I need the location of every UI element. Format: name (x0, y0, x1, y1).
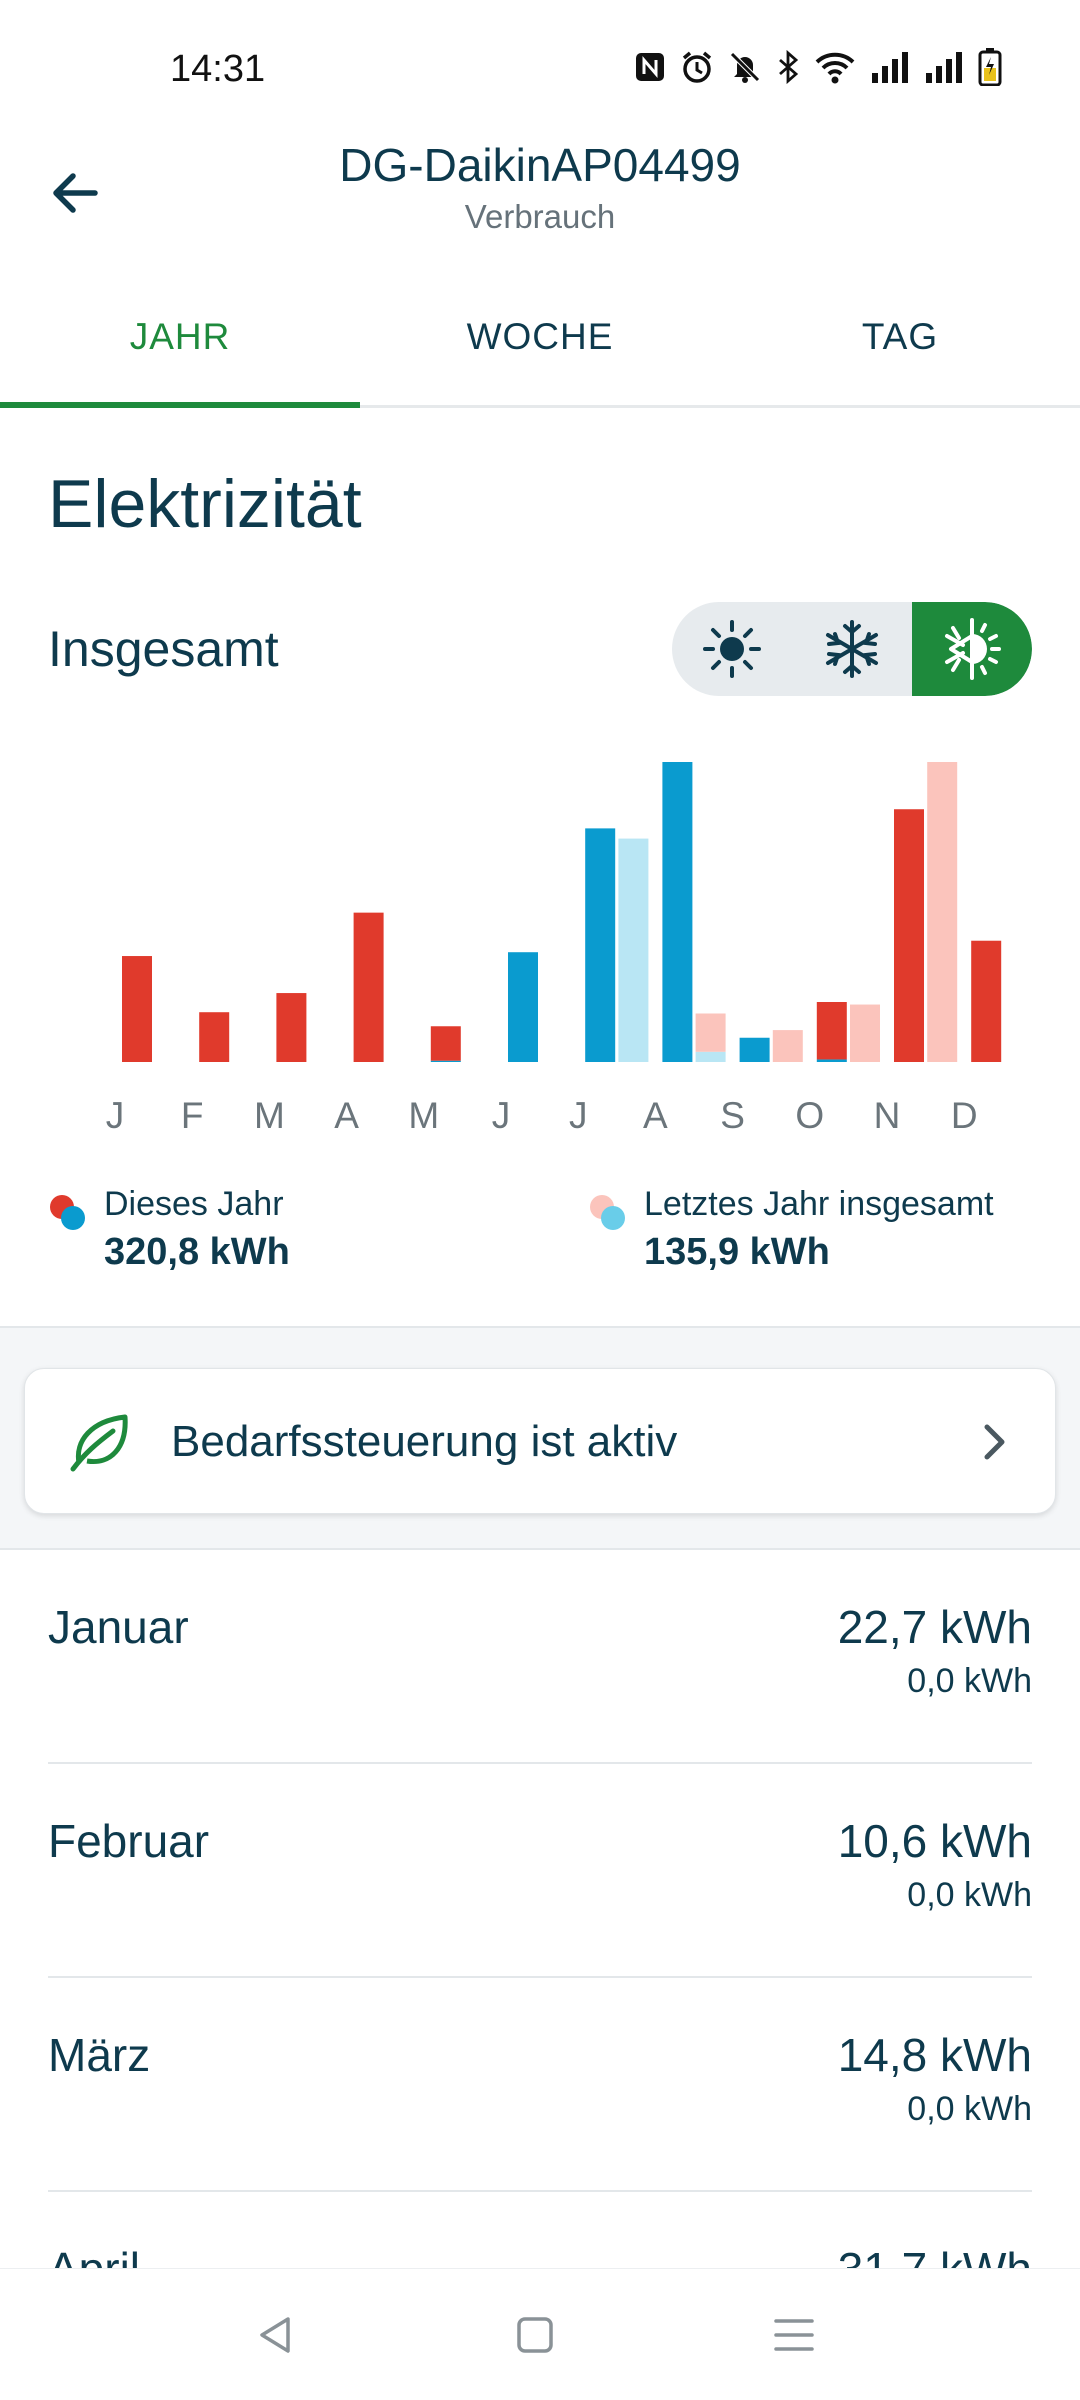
month-name: Januar (48, 1601, 189, 1653)
nfc-icon (634, 51, 666, 88)
month-last-year-value: 0,0 kWh (907, 1662, 1032, 1700)
tab-tag[interactable]: TAG (720, 270, 1080, 405)
this-year-heating-bar (353, 912, 384, 1062)
tab-jahr[interactable]: JAHR (0, 270, 360, 408)
month-name: März (48, 2029, 151, 2081)
nav-menu-button[interactable] (764, 2309, 824, 2361)
legend-last-year-label: Letztes Jahr insgesamt (644, 1185, 994, 1223)
nav-home-button[interactable] (505, 2309, 565, 2361)
demand-control-card[interactable]: Bedarfssteuerung ist aktiv (24, 1368, 1056, 1514)
month-this-year-value: 31,7 kWh (837, 2243, 1032, 2270)
month-name: Februar (48, 1815, 210, 1867)
last-year-heating-bar (927, 762, 958, 1062)
month-last-year-value: 0,0 kWh (907, 1876, 1032, 1914)
heating-mode-button[interactable] (672, 602, 792, 696)
last-year-heating-bar (850, 1004, 880, 1062)
legend-this-year-label: Dieses Jahr (104, 1185, 284, 1223)
this-year-cooling-bar (739, 1037, 770, 1062)
this-year-cooling-bar (816, 1059, 847, 1062)
bluetooth-icon (776, 49, 800, 89)
battery-icon (978, 48, 1002, 91)
legend-last-year-value: 135,9 kWh (644, 1231, 830, 1273)
demand-control-label: Bedarfssteuerung ist aktiv (171, 1417, 678, 1466)
legend-this-year-value: 320,8 kWh (104, 1231, 290, 1273)
leaf-icon (70, 1414, 128, 1472)
consumption-chart: JFMAMJJASOND (106, 762, 1002, 1136)
x-tick-label: O (795, 1095, 824, 1136)
cooling-mode-button[interactable] (792, 602, 912, 696)
list-item[interactable]: Februar 10,6 kWh 0,0 kWh (48, 1764, 1032, 1978)
x-tick-label: J (492, 1095, 511, 1136)
this-year-cooling-bar (585, 828, 616, 1062)
month-name: April (48, 2243, 141, 2270)
section-subtitle: Insgesamt (48, 621, 279, 677)
this-year-heating-bar (122, 956, 152, 1062)
list-item[interactable]: März 14,8 kWh 0,0 kWh (48, 1978, 1032, 2192)
app-bar: DG-DaikinAP04499 Verbrauch (0, 130, 1080, 260)
tab-bar: JAHR WOCHE TAG (0, 270, 1080, 408)
list-item[interactable]: April 31,7 kWh (48, 2192, 1032, 2270)
tab-woche[interactable]: WOCHE (360, 270, 720, 405)
this-year-heating-bar (199, 1012, 230, 1062)
this-year-heating-bar (971, 940, 1002, 1062)
status-bar: 14:31 (0, 0, 1080, 140)
x-tick-label: J (569, 1095, 588, 1136)
menu-lines-icon (774, 2319, 814, 2351)
this-year-heating-bar (430, 1026, 461, 1061)
status-icons (634, 48, 1002, 91)
nav-back-button[interactable] (246, 2309, 306, 2361)
section-title: Elektrizität (48, 466, 362, 542)
this-year-cooling-bar (662, 762, 693, 1062)
x-tick-label: M (408, 1095, 439, 1136)
x-tick-label: A (334, 1095, 359, 1136)
status-time: 14:31 (170, 48, 266, 90)
last-year-heating-bar (695, 1013, 726, 1052)
last-year-cooling-bar (618, 838, 649, 1062)
signal-icon (924, 51, 964, 88)
this-year-cooling-bar (508, 952, 538, 1062)
month-last-year-value: 0,0 kWh (907, 2090, 1032, 2128)
month-this-year-value: 10,6 kWh (837, 1815, 1032, 1867)
heat-cool-icon (945, 618, 1001, 680)
this-year-heating-bar (276, 993, 307, 1062)
month-this-year-value: 22,7 kWh (837, 1601, 1032, 1653)
mode-toggle (672, 602, 1032, 696)
this-year-swatch-icon (50, 1195, 85, 1230)
square-home-icon (517, 2317, 553, 2353)
x-tick-label: J (106, 1095, 125, 1136)
snowflake-icon (826, 620, 878, 678)
combined-mode-button[interactable] (912, 602, 1032, 696)
page-subtitle: Verbrauch (464, 198, 616, 235)
demand-control-section: Bedarfssteuerung ist aktiv (0, 1326, 1080, 1550)
month-this-year-value: 14,8 kWh (837, 2029, 1032, 2081)
this-year-heating-bar (816, 1002, 847, 1060)
page-title: DG-DaikinAP04499 (339, 139, 741, 191)
monthly-list: Januar 22,7 kWh 0,0 kWh Februar 10,6 kWh… (48, 1550, 1032, 2270)
wifi-icon (814, 50, 856, 89)
x-tick-label: F (181, 1095, 204, 1136)
system-navigation-bar (0, 2268, 1080, 2400)
chart-legend: Dieses Jahr 320,8 kWh Letztes Jahr insge… (48, 1185, 1048, 1275)
signal-icon (870, 51, 910, 88)
this-year-cooling-bar (430, 1060, 461, 1062)
x-tick-label: S (720, 1095, 745, 1136)
last-year-swatch-icon (590, 1195, 625, 1230)
alarm-icon (680, 50, 714, 89)
this-year-heating-bar (894, 809, 924, 1062)
x-tick-label: D (951, 1095, 978, 1136)
mute-icon (728, 50, 762, 89)
triangle-back-icon (260, 2317, 290, 2353)
last-year-heating-bar (772, 1030, 803, 1062)
chevron-right-icon (984, 1424, 1005, 1460)
sun-icon (703, 620, 761, 678)
list-item[interactable]: Januar 22,7 kWh 0,0 kWh (48, 1550, 1032, 1764)
x-tick-label: M (254, 1095, 285, 1136)
x-tick-label: A (643, 1095, 668, 1136)
last-year-cooling-bar (695, 1051, 726, 1062)
x-tick-label: N (874, 1095, 901, 1136)
